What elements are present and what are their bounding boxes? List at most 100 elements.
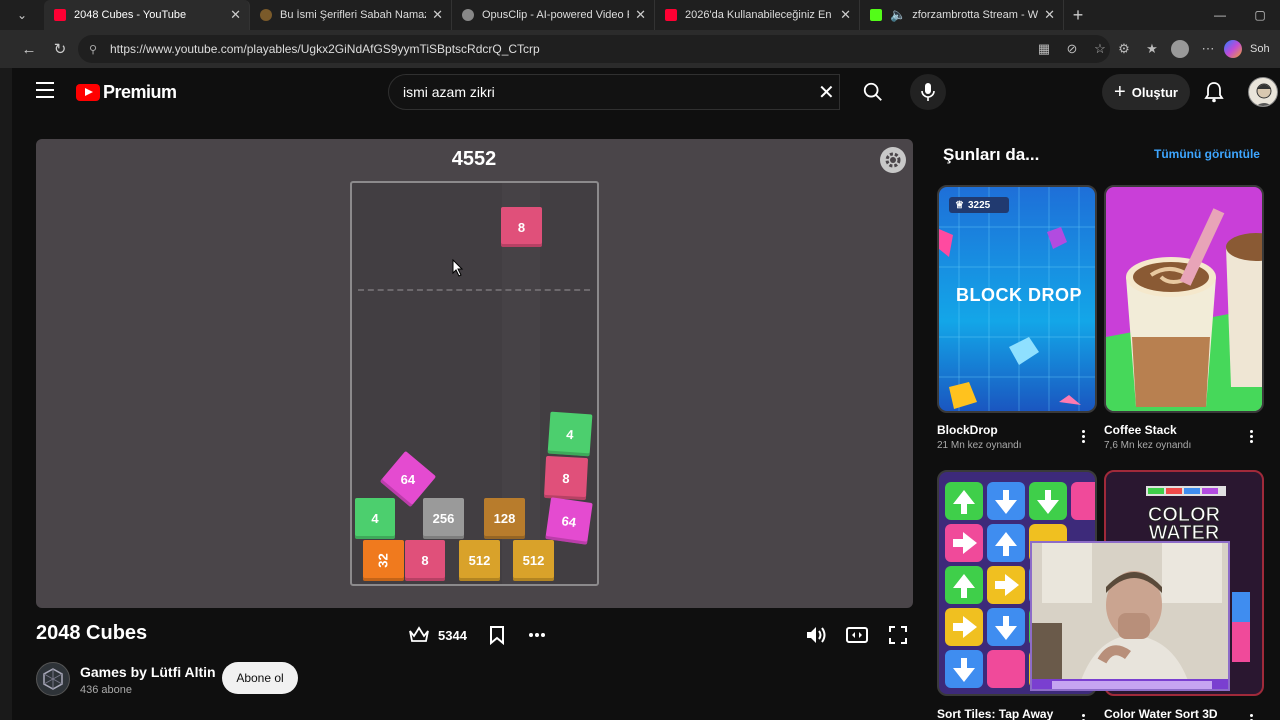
cube: 8 xyxy=(543,455,589,501)
webcam-overlay xyxy=(1030,541,1230,691)
notifications-bell-icon[interactable] xyxy=(1202,80,1226,104)
channel-name[interactable]: Games by Lütfi Altin xyxy=(80,664,216,680)
search-button[interactable] xyxy=(850,74,896,110)
audio-playing-icon[interactable]: 🔈 xyxy=(890,7,906,23)
url-field[interactable]: ⚲ https://www.youtube.com/playables/Ugkx… xyxy=(78,35,1110,63)
site-info-icon[interactable]: ⚲ xyxy=(86,42,100,56)
tab-close-icon[interactable]: ✕ xyxy=(1044,7,1055,23)
maximize-icon[interactable]: ▢ xyxy=(1240,0,1280,30)
avatar-face-icon xyxy=(1256,83,1272,106)
tab-close-icon[interactable]: ✕ xyxy=(635,7,646,23)
like-button[interactable]: 5344 xyxy=(398,620,477,650)
coffee-cup-icon xyxy=(1106,208,1262,411)
badge-value: 3225 xyxy=(967,199,991,211)
cube: 512 xyxy=(459,540,500,581)
thumbnail-title: BLOCK DROP xyxy=(956,285,1082,305)
crown-icon xyxy=(409,626,429,642)
minimize-icon[interactable]: — xyxy=(1200,0,1240,30)
tracking-prevention-icon[interactable]: ⊘ xyxy=(1058,35,1086,63)
extensions-icon[interactable]: ⚙ xyxy=(1110,35,1138,63)
tab-close-icon[interactable]: ✕ xyxy=(230,7,241,23)
tab-ismi-serifleri[interactable]: Bu İsmi Şerifleri Sabah Namazında ✕ xyxy=(250,0,452,30)
card-plays: 21 Mn kez oynandı xyxy=(937,440,1022,451)
kick-favicon-icon xyxy=(870,9,882,21)
card-menu-icon[interactable] xyxy=(1078,712,1088,720)
youtube-premium-logo[interactable]: Premium xyxy=(76,82,177,103)
copilot-label[interactable]: Soh xyxy=(1250,43,1270,55)
profile-icon[interactable] xyxy=(1166,35,1194,63)
voice-search-button[interactable] xyxy=(910,74,946,110)
like-count: 5344 xyxy=(438,627,467,643)
back-arrow-icon[interactable]: ← xyxy=(14,34,44,64)
subscribe-button[interactable]: Abone ol xyxy=(222,662,298,694)
tab-title: Bu İsmi Şerifleri Sabah Namazında xyxy=(280,9,426,21)
more-menu-icon[interactable]: ⋯ xyxy=(1194,35,1222,63)
channel-subscribers: 436 abone xyxy=(80,684,132,696)
cube: 512 xyxy=(513,540,554,581)
microphone-icon xyxy=(921,83,935,101)
youtube-favicon-icon xyxy=(665,9,677,21)
save-bookmark-icon[interactable] xyxy=(482,620,512,650)
tab-close-icon[interactable]: ✕ xyxy=(432,7,443,23)
cube-value: 64 xyxy=(400,471,416,487)
search-icon xyxy=(863,82,882,101)
cube: 64 xyxy=(545,497,593,545)
suggestions-title: Şunları da... xyxy=(943,145,1040,164)
game-card-coffee-stack[interactable] xyxy=(1104,185,1264,413)
card-title[interactable]: Color Water Sort 3D xyxy=(1104,707,1218,720)
card-title[interactable]: BlockDrop xyxy=(937,423,998,437)
volume-icon[interactable] xyxy=(801,620,831,650)
channel-avatar[interactable] xyxy=(36,662,70,696)
fullscreen-icon[interactable] xyxy=(883,620,913,650)
tab-2026-kullanabileceginiz[interactable]: 2026'da Kullanabileceğiniz En İyi Ü ✕ xyxy=(655,0,860,30)
tab-list-chevron-icon[interactable]: ⌄ xyxy=(0,0,44,30)
url-text: https://www.youtube.com/playables/Ugkx2G… xyxy=(110,42,540,56)
menu-icon[interactable] xyxy=(36,82,54,98)
app-available-icon[interactable]: ▦ xyxy=(1030,35,1058,63)
card-menu-icon[interactable] xyxy=(1246,428,1256,445)
search-input[interactable]: ismi azam zikri xyxy=(388,74,840,110)
streamer-webcam-image xyxy=(1032,543,1228,689)
reload-icon[interactable]: ↻ xyxy=(45,34,75,64)
copilot-icon[interactable] xyxy=(1222,35,1244,63)
create-button[interactable]: + Oluştur xyxy=(1102,74,1190,110)
channel-logo-icon xyxy=(43,668,63,690)
card-title[interactable]: Sort Tiles: Tap Away xyxy=(937,707,1053,720)
game-settings-gear-icon[interactable] xyxy=(880,147,906,173)
tab-close-icon[interactable]: ✕ xyxy=(840,7,851,23)
cube: 4 xyxy=(547,411,593,457)
clear-search-icon[interactable]: ✕ xyxy=(818,80,835,105)
youtube-header: Premium ismi azam zikri ✕ + Oluştur xyxy=(12,68,1280,120)
card-menu-icon[interactable] xyxy=(1246,712,1256,720)
logo-text: Premium xyxy=(103,82,177,102)
cube: 4 xyxy=(355,498,395,539)
tab-opusclip[interactable]: OpusClip - AI-powered Video Rep ✕ xyxy=(452,0,655,30)
mouse-cursor-icon xyxy=(452,259,464,277)
address-bar-actions: ▦ ⊘ ☆ xyxy=(1030,35,1114,63)
favorites-icon[interactable]: ★ xyxy=(1138,35,1166,63)
account-avatar[interactable] xyxy=(1248,77,1278,107)
card-title[interactable]: Coffee Stack xyxy=(1104,423,1177,437)
cube: 256 xyxy=(423,498,464,539)
create-label: Oluştur xyxy=(1131,84,1178,100)
falling-cube[interactable]: 8 xyxy=(501,207,542,247)
tab-kick-stream[interactable]: 🔈 zforzambrotta Stream - Watc ✕ xyxy=(860,0,1064,30)
screen: ⌄ 2048 Cubes - YouTube ✕ Bu İsmi Şerifle… xyxy=(0,0,1280,720)
game-card-blockdrop[interactable]: ♕ 3225 BLOCK DROP xyxy=(937,185,1097,413)
tab-2048-cubes[interactable]: 2048 Cubes - YouTube ✕ xyxy=(44,0,250,30)
cube-value: 32 xyxy=(376,553,391,568)
cube: 128 xyxy=(484,498,525,539)
theater-mode-icon[interactable] xyxy=(842,620,872,650)
more-options-icon[interactable] xyxy=(522,620,552,650)
cube: 8 xyxy=(405,540,445,581)
see-all-link[interactable]: Tümünü görüntüle xyxy=(1154,147,1260,161)
youtube-play-icon xyxy=(76,84,100,101)
score-badge: ♕ 3225 xyxy=(949,197,1009,213)
new-tab-icon[interactable]: + xyxy=(1064,0,1092,30)
danger-line xyxy=(358,289,590,291)
crown-small-icon: ♕ xyxy=(955,199,964,211)
tab-title: OpusClip - AI-powered Video Rep xyxy=(482,9,629,21)
card-menu-icon[interactable] xyxy=(1078,428,1088,445)
youtube-favicon-icon xyxy=(54,9,66,21)
opusclip-favicon-icon xyxy=(462,9,474,21)
